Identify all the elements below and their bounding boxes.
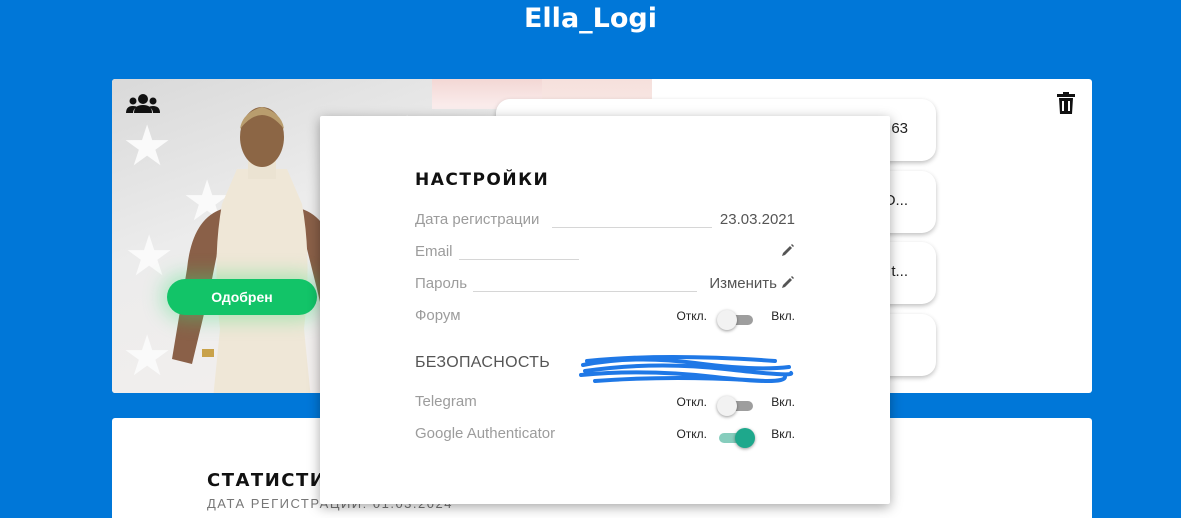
password-row: Пароль Изменить xyxy=(415,275,795,297)
pencil-icon[interactable] xyxy=(781,275,795,289)
forum-off-label: Откл. xyxy=(676,309,707,323)
registration-date-row: Дата регистрации 23.03.2021 xyxy=(415,211,795,233)
security-section-title: БЕЗОПАСНОСТЬ xyxy=(415,354,551,371)
forum-row: Форум Откл. Вкл. xyxy=(415,307,795,330)
telegram-row: Telegram Откл. Вкл. xyxy=(415,393,795,416)
password-label: Пароль xyxy=(415,275,468,292)
users-icon[interactable] xyxy=(126,93,160,115)
google-authenticator-label: Google Authenticator xyxy=(415,425,556,442)
registration-date-label: Дата регистрации xyxy=(415,211,540,228)
registration-date-value: 23.03.2021 xyxy=(719,211,795,228)
google-authenticator-on-label: Вкл. xyxy=(771,427,795,441)
change-password-link[interactable]: Изменить xyxy=(709,275,777,292)
email-row: Email xyxy=(415,243,795,265)
forum-toggle[interactable] xyxy=(717,308,753,330)
page-title: Ella_Logi xyxy=(523,3,657,34)
pencil-icon[interactable] xyxy=(781,243,795,257)
telegram-toggle[interactable] xyxy=(717,394,753,416)
telegram-on-label: Вкл. xyxy=(771,395,795,409)
settings-modal: НАСТРОЙКИ Дата регистрации 23.03.2021 Em… xyxy=(320,116,890,504)
settings-title: НАСТРОЙКИ xyxy=(415,170,550,190)
approved-status-button[interactable]: Одобрен xyxy=(167,279,317,315)
forum-on-label: Вкл. xyxy=(771,309,795,323)
email-label: Email xyxy=(415,243,453,260)
telegram-label: Telegram xyxy=(415,393,477,410)
google-authenticator-off-label: Откл. xyxy=(676,427,707,441)
trash-icon[interactable] xyxy=(1057,92,1075,114)
google-authenticator-row: Google Authenticator Откл. Вкл. xyxy=(415,425,795,448)
forum-label: Форум xyxy=(415,307,461,324)
redaction-scribble xyxy=(579,355,794,383)
telegram-off-label: Откл. xyxy=(676,395,707,409)
google-authenticator-toggle[interactable] xyxy=(717,426,755,448)
